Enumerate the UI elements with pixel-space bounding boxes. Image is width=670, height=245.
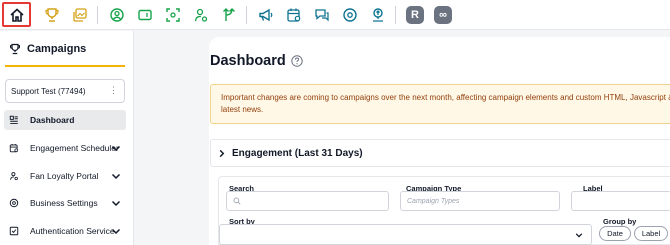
search-icon xyxy=(233,197,241,205)
branch-icon xyxy=(223,8,235,21)
campaign-type-placeholder: Campaign Types xyxy=(407,197,460,205)
chevron-down-icon xyxy=(111,228,121,235)
trophy-button[interactable] xyxy=(40,3,64,27)
page-title-text: Dashboard xyxy=(210,53,286,69)
branch-button[interactable] xyxy=(217,3,241,27)
megaphone-icon xyxy=(259,8,273,22)
upload-button[interactable] xyxy=(366,3,390,27)
user-circle-button[interactable] xyxy=(105,3,129,27)
loop-app-button[interactable]: ∞ xyxy=(434,6,452,24)
chat-icon xyxy=(315,9,329,22)
sidebar-title-underline xyxy=(5,65,125,67)
home-button[interactable] xyxy=(2,2,31,27)
sidebar-title: Campaigns xyxy=(9,43,86,55)
gallery-button[interactable] xyxy=(68,3,92,27)
gallery-icon xyxy=(73,8,87,22)
notice-line-2: latest news. xyxy=(221,105,264,114)
sidebar-item-dashboard[interactable]: Dashboard xyxy=(4,110,126,130)
card-icon xyxy=(138,9,152,21)
chevron-down-icon xyxy=(111,173,121,180)
page-title: Dashboard xyxy=(210,53,303,69)
label-select[interactable] xyxy=(571,191,670,211)
toolbar-divider xyxy=(97,6,98,24)
sidebar-item-label: Authentication Service xyxy=(30,226,115,236)
chat-button[interactable] xyxy=(310,3,334,27)
chevron-right-icon xyxy=(219,149,225,157)
notice-line-1: Important changes are coming to campaign… xyxy=(221,93,670,102)
campaign-type-select[interactable]: Campaign Types xyxy=(400,191,560,211)
user-circle-icon xyxy=(110,8,124,22)
sidebar: Campaigns Support Test (77494) ⋮ Dashboa… xyxy=(0,31,134,245)
scan-icon xyxy=(166,8,180,22)
r-app-button[interactable]: R xyxy=(406,6,424,24)
settings-circle-button[interactable] xyxy=(338,3,362,27)
toolbar-divider xyxy=(246,6,247,24)
trophy-icon xyxy=(9,43,21,55)
calendar-gear-icon xyxy=(9,143,18,153)
sidebar-item-label: Fan Loyalty Portal xyxy=(30,171,99,181)
user-settings-button[interactable] xyxy=(189,3,213,27)
checkbox-icon xyxy=(9,226,19,236)
group-by-label: Group by xyxy=(603,217,637,226)
engagement-section-toggle[interactable]: Engagement (Last 31 Days) xyxy=(210,139,670,167)
account-selector[interactable]: Support Test (77494) ⋮ xyxy=(5,79,125,103)
filters-panel: Search Campaign Type Campaign Types Labe… xyxy=(218,176,670,245)
sidebar-title-text: Campaigns xyxy=(27,43,87,55)
engagement-header: Engagement (Last 31 Days) xyxy=(232,147,363,159)
group-by-label-button[interactable]: Label xyxy=(634,226,668,241)
chevron-down-icon xyxy=(111,200,121,207)
search-input[interactable] xyxy=(226,191,389,211)
loop-app-icon: ∞ xyxy=(439,9,447,21)
group-by-date-button[interactable]: Date xyxy=(599,226,631,241)
toolbar-divider xyxy=(395,6,396,24)
sidebar-item-authentication-service[interactable]: Authentication Service xyxy=(4,221,126,241)
settings-circle-icon xyxy=(9,198,19,208)
group-option-label: Label xyxy=(641,229,661,238)
user-settings-icon xyxy=(194,8,208,22)
sidebar-item-business-settings[interactable]: Business Settings xyxy=(4,193,126,213)
sidebar-item-label: Dashboard xyxy=(30,115,75,125)
megaphone-button[interactable] xyxy=(254,3,278,27)
account-menu-icon[interactable]: ⋮ xyxy=(109,85,118,95)
sidebar-item-engagement-scheduler[interactable]: Engagement Scheduler xyxy=(4,138,126,158)
trophy-icon xyxy=(45,8,59,22)
sort-by-select[interactable] xyxy=(219,224,592,245)
sidebar-item-fan-loyalty-portal[interactable]: Fan Loyalty Portal xyxy=(4,166,126,186)
upload-icon xyxy=(373,8,383,22)
chevron-down-icon xyxy=(111,145,121,152)
chevron-down-icon xyxy=(575,233,583,238)
calendar-gear-button[interactable] xyxy=(282,3,306,27)
help-icon[interactable] xyxy=(291,55,303,67)
group-option-label: Date xyxy=(607,229,623,238)
user-settings-icon xyxy=(10,172,18,181)
dashboard-icon xyxy=(9,115,18,124)
notice-banner: Important changes are coming to campaign… xyxy=(210,84,670,124)
account-name: Support Test (77494) xyxy=(11,86,86,96)
settings-circle-icon xyxy=(343,8,357,22)
home-icon xyxy=(9,7,24,22)
scan-button[interactable] xyxy=(161,3,185,27)
top-toolbar: R ∞ xyxy=(0,0,670,30)
r-app-icon: R xyxy=(411,9,419,21)
calendar-gear-icon xyxy=(287,8,301,22)
sidebar-item-label: Engagement Scheduler xyxy=(30,143,119,153)
card-button[interactable] xyxy=(133,3,157,27)
sidebar-item-label: Business Settings xyxy=(30,198,98,208)
